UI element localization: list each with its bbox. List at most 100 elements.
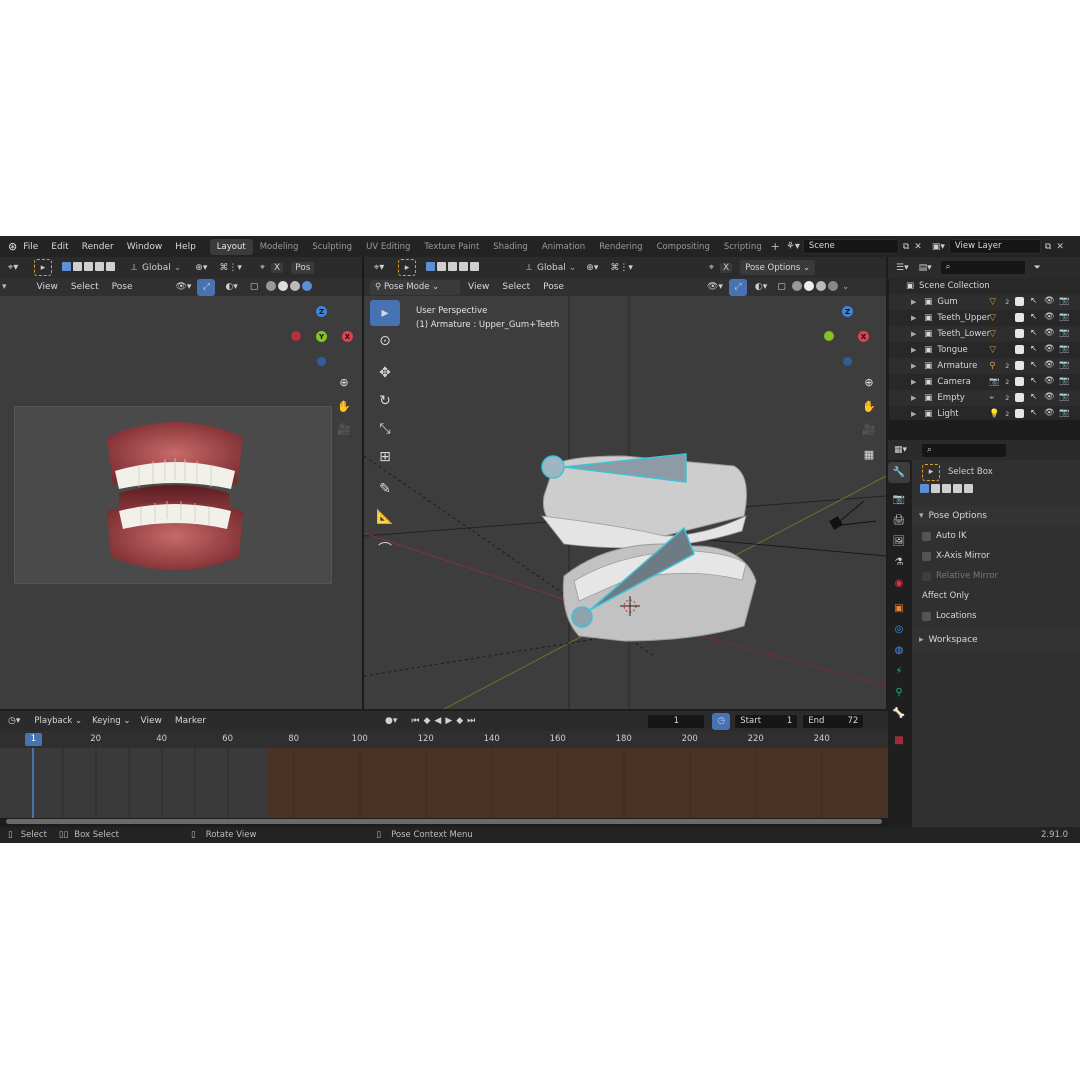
tab-uv-editing[interactable]: UV Editing: [359, 239, 417, 255]
main-overlay-icon[interactable]: ◐▾: [755, 282, 767, 292]
timeline-menu-view[interactable]: View: [141, 716, 162, 726]
eye-icon[interactable]: 👁: [1044, 296, 1055, 306]
main-orientation-dropdown[interactable]: Global: [537, 263, 566, 273]
outliner-row[interactable]: ▶ ▣ Armature ⚲ 2 ↖ 👁 📷: [889, 358, 1080, 374]
zoom-icon[interactable]: ⊕: [333, 371, 355, 393]
eye-icon[interactable]: 👁: [1044, 312, 1055, 322]
tab-view-layer-icon[interactable]: 🖼: [888, 531, 910, 552]
main-zoom-icon[interactable]: ⊕: [858, 371, 880, 393]
left-menu-select[interactable]: Select: [71, 282, 99, 292]
main-gizmo-y-axis[interactable]: [824, 331, 834, 341]
menu-edit[interactable]: Edit: [51, 242, 68, 252]
use-preview-range-icon[interactable]: ◷: [712, 712, 731, 730]
keying-menu[interactable]: Keying ⌄: [88, 714, 134, 729]
tool-mode-icons[interactable]: [912, 484, 1080, 502]
eye-icon[interactable]: 👁: [1044, 408, 1055, 418]
main-gizmo-x-axis[interactable]: X: [858, 331, 869, 342]
visibility-icon[interactable]: 👁▾: [176, 282, 192, 292]
main-xray-toggle-icon[interactable]: ▢: [777, 282, 786, 292]
main-selection-mode-icons[interactable]: [426, 261, 481, 274]
record-icon[interactable]: ●▾: [385, 716, 397, 726]
tab-texture-icon[interactable]: ▩: [888, 730, 910, 751]
tab-compositing[interactable]: Compositing: [650, 239, 717, 255]
exclude-checkbox[interactable]: [1015, 393, 1024, 402]
outliner-properties-divider[interactable]: [888, 420, 1080, 440]
eye-icon[interactable]: 👁: [1044, 344, 1055, 354]
tab-sculpting[interactable]: Sculpting: [305, 239, 359, 255]
scene-field[interactable]: Scene: [802, 239, 899, 254]
timeline-body[interactable]: [0, 748, 888, 818]
render-camera-icon[interactable]: 📷: [1059, 392, 1070, 402]
tongue-data-icon[interactable]: ▽: [989, 345, 1005, 355]
render-camera-icon[interactable]: 📷: [1059, 296, 1070, 306]
exclude-checkbox[interactable]: [1015, 409, 1024, 418]
selectable-arrow-icon[interactable]: ↖: [1030, 376, 1037, 386]
xray-icon[interactable]: ⌖: [260, 263, 265, 273]
mode-trunc-icon[interactable]: ▾: [2, 282, 7, 292]
tab-tool-icon[interactable]: 🔧: [888, 462, 910, 483]
eye-icon[interactable]: 👁: [1044, 328, 1055, 338]
display-mode-icon[interactable]: ▤▾: [919, 263, 932, 273]
scale-tool-icon[interactable]: ⤡: [370, 416, 400, 442]
exclude-checkbox[interactable]: [1015, 329, 1024, 338]
properties-editor-icon[interactable]: ▦▾: [894, 445, 907, 455]
select-box-tool-icon[interactable]: ▸: [370, 300, 400, 326]
expand-arrow-icon[interactable]: ▶: [911, 346, 916, 354]
left-orientation-dropdown[interactable]: Global: [142, 263, 171, 273]
shading-modes[interactable]: [266, 280, 314, 294]
exclude-checkbox[interactable]: [1015, 297, 1024, 306]
annotate-tool-icon[interactable]: ✎: [370, 476, 400, 502]
x-mirror-toggle[interactable]: X: [270, 262, 284, 273]
editor-type-icon[interactable]: ⌖▾: [4, 260, 22, 276]
tab-texture-paint[interactable]: Texture Paint: [417, 239, 486, 255]
selectable-arrow-icon[interactable]: ↖: [1030, 408, 1037, 418]
xray-toggle-icon[interactable]: ▢: [250, 282, 259, 292]
tab-output-icon[interactable]: 🖨: [888, 510, 910, 531]
new-scene-icon[interactable]: ⧉: [903, 242, 909, 252]
selectable-arrow-icon[interactable]: ↖: [1030, 392, 1037, 402]
jump-end-icon[interactable]: ⏭: [467, 716, 475, 726]
gizmo-neg-x[interactable]: [291, 331, 301, 341]
locations-checkbox[interactable]: [922, 611, 931, 621]
render-camera-icon[interactable]: 📷: [1059, 344, 1070, 354]
x-mirror-checkbox[interactable]: [922, 551, 931, 561]
selection-mode-icons[interactable]: [62, 261, 117, 274]
main-grid-view-icon[interactable]: ▦: [858, 443, 880, 465]
snap-icon[interactable]: ⌘⋮▾: [219, 263, 242, 273]
selectable-arrow-icon[interactable]: ↖: [1030, 328, 1037, 338]
relative-mirror-row[interactable]: Relative Mirror: [912, 566, 1080, 586]
current-frame-field[interactable]: 1: [647, 713, 706, 729]
teeth-lower-data-icon[interactable]: ▽: [989, 329, 1005, 339]
prev-keyframe-icon[interactable]: ◆: [423, 716, 430, 726]
delete-scene-icon[interactable]: ✕: [914, 242, 922, 252]
main-shading-modes[interactable]: [791, 280, 840, 294]
main-gizmo-z-axis[interactable]: Z: [842, 306, 853, 317]
new-view-layer-icon[interactable]: ⧉: [1045, 242, 1051, 252]
render-camera-icon[interactable]: 📷: [1059, 360, 1070, 370]
outliner-search-input[interactable]: ⌕: [939, 260, 1026, 275]
menu-help[interactable]: Help: [175, 242, 196, 252]
left-viewport[interactable]: Z X Y ⊕ ✋ 🎥: [0, 296, 362, 709]
tab-shading[interactable]: Shading: [486, 239, 535, 255]
playback-menu[interactable]: Playback ⌄: [30, 714, 86, 729]
camera-view-icon[interactable]: 🎥: [333, 418, 355, 440]
view-layer-field[interactable]: View Layer: [948, 239, 1041, 254]
tab-modifiers-icon[interactable]: ◎: [888, 619, 910, 640]
main-gizmo-neg-z[interactable]: [843, 357, 852, 366]
main-xray-icon[interactable]: ⌖: [709, 263, 714, 273]
properties-search-input[interactable]: ⌕: [921, 442, 1008, 458]
expand-arrow-icon[interactable]: ▶: [911, 362, 916, 370]
outliner-row[interactable]: ▶ ▣ Teeth_Upper ▽ ↖ 👁 📷: [889, 310, 1080, 326]
outliner-editor-icon[interactable]: ☰▾: [896, 263, 909, 273]
pivot-icon[interactable]: ⊕▾: [195, 263, 207, 273]
timeline-editor-icon[interactable]: ◷▾: [8, 716, 20, 726]
outliner-row[interactable]: ▶ ▣ Empty ⌖ 2 ↖ 👁 📷: [889, 390, 1080, 406]
workspace-panel-header[interactable]: ▸ Workspace: [912, 630, 1080, 650]
selectable-arrow-icon[interactable]: ↖: [1030, 312, 1037, 322]
play-icon[interactable]: ▶: [445, 716, 452, 726]
selectable-arrow-icon[interactable]: ↖: [1030, 344, 1037, 354]
selectable-arrow-icon[interactable]: ↖: [1030, 360, 1037, 370]
expand-arrow-icon[interactable]: ▶: [911, 314, 916, 322]
expand-arrow-icon[interactable]: ▶: [911, 394, 916, 402]
gizmo-z-axis[interactable]: Z: [316, 306, 327, 317]
